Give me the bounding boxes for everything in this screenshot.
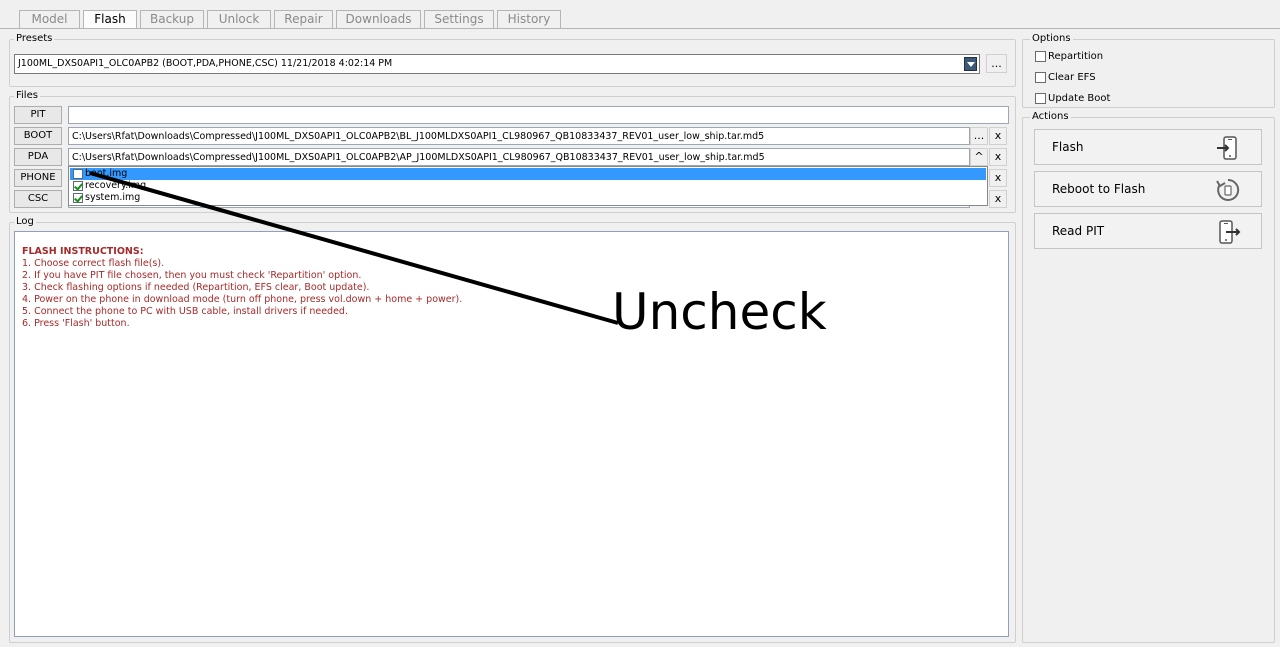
- recovery-img-checkbox[interactable]: [73, 181, 83, 191]
- repartition-checkbox[interactable]: [1035, 51, 1046, 62]
- pda-button[interactable]: PDA: [14, 148, 62, 166]
- flash-button[interactable]: Flash: [1034, 129, 1262, 165]
- list-item-label: boot.img: [85, 168, 128, 179]
- log-line: 2. If you have PIT file chosen, then you…: [22, 270, 362, 281]
- tab-model[interactable]: Model: [19, 10, 80, 28]
- tab-history[interactable]: History: [497, 10, 561, 28]
- pda-contents-list: boot.img recovery.img system.img: [68, 166, 988, 206]
- presets-selected-value: J100ML_DXS0API1_OLC0APB2 (BOOT,PDA,PHONE…: [18, 58, 393, 69]
- boot-button[interactable]: BOOT: [14, 127, 62, 145]
- actions-title: Actions: [1030, 111, 1071, 123]
- log-title: Log: [14, 216, 36, 228]
- tab-unlock[interactable]: Unlock: [207, 10, 271, 28]
- system-img-checkbox[interactable]: [73, 193, 83, 203]
- list-item[interactable]: recovery.img: [70, 180, 986, 192]
- phone-button[interactable]: PHONE: [14, 169, 62, 187]
- boot-img-checkbox[interactable]: [73, 169, 83, 179]
- pda-clear-button[interactable]: x: [989, 148, 1007, 166]
- annotation-text: Uncheck: [612, 283, 827, 341]
- reboot-icon: [1216, 178, 1240, 201]
- boot-path-field[interactable]: C:\Users\Rfat\Downloads\Compressed\J100M…: [68, 127, 970, 145]
- phone-clear-button[interactable]: x: [989, 169, 1007, 187]
- reboot-to-flash-button[interactable]: Reboot to Flash: [1034, 171, 1262, 207]
- pit-button[interactable]: PIT: [14, 106, 62, 124]
- list-item[interactable]: system.img: [70, 192, 986, 204]
- pda-path-field[interactable]: C:\Users\Rfat\Downloads\Compressed\J100M…: [68, 148, 970, 166]
- list-item-label: recovery.img: [85, 180, 147, 191]
- files-title: Files: [14, 90, 40, 102]
- reboot-to-flash-label: Reboot to Flash: [1052, 182, 1146, 196]
- clear-efs-label: Clear EFS: [1048, 72, 1096, 83]
- presets-browse-button[interactable]: ...: [986, 54, 1007, 73]
- log-heading: FLASH INSTRUCTIONS:: [22, 246, 144, 257]
- pit-path-field[interactable]: [68, 106, 1009, 124]
- read-pit-label: Read PIT: [1052, 224, 1105, 238]
- options-title: Options: [1030, 33, 1073, 45]
- pda-collapse-button[interactable]: ^: [970, 148, 988, 166]
- list-item[interactable]: boot.img: [70, 168, 986, 180]
- presets-combo[interactable]: J100ML_DXS0API1_OLC0APB2 (BOOT,PDA,PHONE…: [14, 54, 980, 74]
- presets-title: Presets: [14, 33, 55, 45]
- tab-settings[interactable]: Settings: [424, 10, 494, 28]
- clear-efs-checkbox[interactable]: [1035, 72, 1046, 83]
- log-line: 3. Check flashing options if needed (Rep…: [22, 282, 370, 293]
- csc-button[interactable]: CSC: [14, 190, 62, 208]
- chevron-down-icon[interactable]: [964, 57, 977, 71]
- tab-strip-divider: [0, 28, 1280, 29]
- log-line: 6. Press 'Flash' button.: [22, 318, 130, 329]
- read-pit-button[interactable]: Read PIT: [1034, 213, 1262, 249]
- flash-button-label: Flash: [1052, 140, 1084, 154]
- phone-arrow-in-icon: [1217, 136, 1237, 160]
- csc-clear-button[interactable]: x: [989, 190, 1007, 208]
- list-item-label: system.img: [85, 192, 141, 203]
- log-output[interactable]: FLASH INSTRUCTIONS: 1. Choose correct fl…: [14, 231, 1009, 637]
- log-line: 1. Choose correct flash file(s).: [22, 258, 165, 269]
- update-boot-checkbox[interactable]: [1035, 93, 1046, 104]
- update-boot-label: Update Boot: [1048, 93, 1111, 104]
- repartition-label: Repartition: [1048, 51, 1104, 62]
- tab-backup[interactable]: Backup: [140, 10, 204, 28]
- tab-repair[interactable]: Repair: [274, 10, 333, 28]
- log-line: 4. Power on the phone in download mode (…: [22, 294, 463, 305]
- phone-arrow-out-icon: [1219, 220, 1241, 244]
- tab-flash[interactable]: Flash: [83, 10, 137, 29]
- boot-clear-button[interactable]: x: [989, 127, 1007, 145]
- boot-browse-button[interactable]: ...: [970, 127, 988, 145]
- log-line: 5. Connect the phone to PC with USB cabl…: [22, 306, 348, 317]
- tab-downloads[interactable]: Downloads: [336, 10, 421, 28]
